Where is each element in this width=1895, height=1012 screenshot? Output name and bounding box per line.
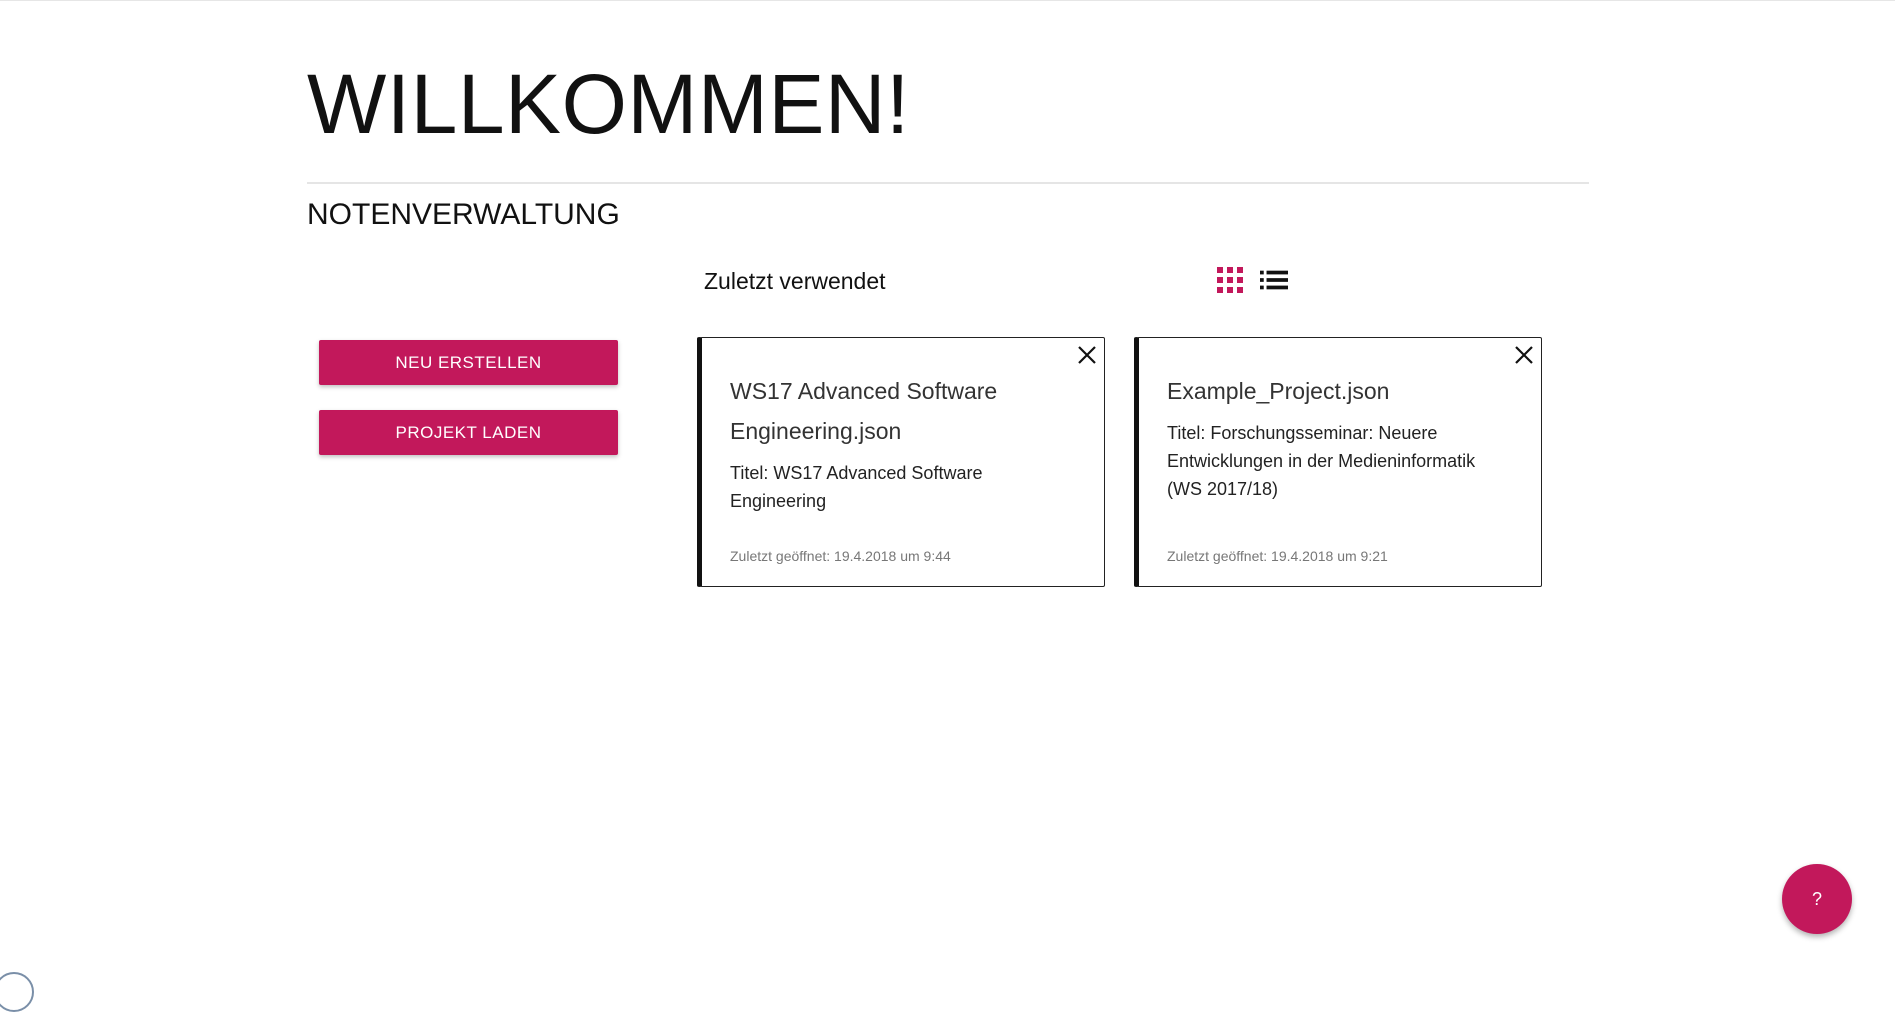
divider [307,182,1589,184]
project-card[interactable]: Example_Project.json Titel: Forschungsse… [1134,337,1542,587]
help-button[interactable]: ? [1782,864,1852,934]
project-title: Titel: Forschungsseminar: Neuere Entwick… [1167,423,1476,499]
section-title: NOTENVERWALTUNG [307,198,620,231]
project-title: Titel: WS17 Advanced Software Engineerin… [730,463,983,511]
project-last-opened: Zuletzt geöffnet: 19.4.2018 um 9:44 [730,548,951,564]
close-icon[interactable] [1074,342,1100,368]
load-project-button[interactable]: PROJEKT LADEN [319,410,618,455]
list-view-icon[interactable] [1260,266,1288,294]
recent-projects-label: Zuletzt verwendet [704,268,886,294]
project-last-opened: Zuletzt geöffnet: 19.4.2018 um 9:21 [1167,548,1388,564]
corner-indicator [0,972,34,1012]
project-card[interactable]: WS17 Advanced Software Engineering.json … [697,337,1105,587]
page-content: WILLKOMMEN! NOTENVERWALTUNG NEU ERSTELLE… [307,0,1589,980]
new-project-button[interactable]: NEU ERSTELLEN [319,340,618,385]
view-toggle [1216,266,1288,294]
close-icon[interactable] [1511,342,1537,368]
grid-view-icon[interactable] [1216,266,1244,294]
project-filename: Example_Project.json [1167,378,1390,404]
page-title: WILLKOMMEN! [307,57,910,151]
project-filename: WS17 Advanced Software Engineering.json [730,378,998,444]
recent-projects-list: WS17 Advanced Software Engineering.json … [697,337,1542,587]
